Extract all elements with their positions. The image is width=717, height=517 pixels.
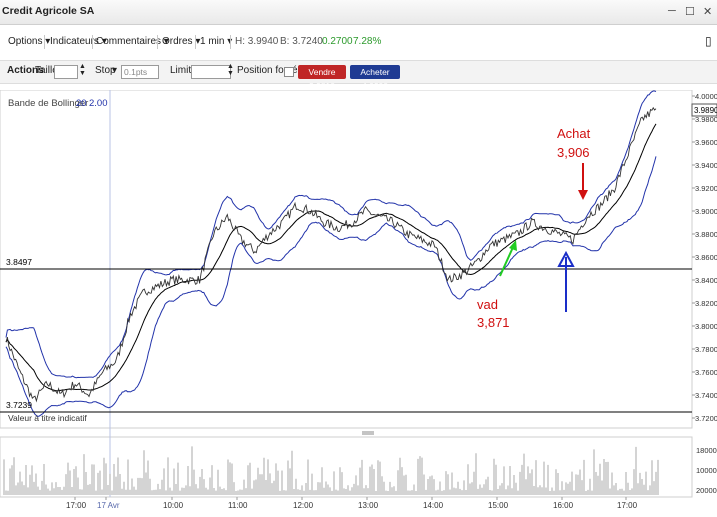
time-tick-label: 17:00 <box>617 501 638 510</box>
last-price-value: 3.9890 <box>694 106 717 115</box>
price-tick-label: 3.9400 <box>695 161 717 170</box>
toolbar-divider <box>230 35 231 49</box>
time-tick-label: 10:00 <box>163 501 184 510</box>
close-icon[interactable]: ✕ <box>703 5 712 18</box>
stop-dropdown[interactable]: ▾ <box>112 65 117 76</box>
size-input[interactable] <box>54 65 78 79</box>
volume-tick-label: 100000 <box>696 466 717 475</box>
high-value: H: 3.9940 <box>235 36 279 47</box>
limit-stepper[interactable]: ▲ ▼ <box>227 63 234 77</box>
time-tick-label: 16:00 <box>553 501 574 510</box>
buy-button[interactable]: Acheter 4.0200 <box>350 65 400 91</box>
level-low-label: 3.7239 <box>6 400 32 410</box>
level-high-label: 3.8497 <box>6 257 32 267</box>
change-pct: 7.28% <box>353 36 382 47</box>
price-tick-label: 3.8400 <box>695 276 717 285</box>
time-tick-label: 13:00 <box>358 501 379 510</box>
volume-tick-label: 180000 <box>696 446 717 455</box>
volume-axis: 180000 100000 20000 <box>696 446 717 495</box>
price-axis: 4.00003.98003.96003.94003.92003.90003.88… <box>692 92 717 423</box>
options-label: Options <box>8 36 43 47</box>
minimize-icon[interactable]: ─ <box>668 5 676 17</box>
forced-position-checkbox[interactable] <box>284 67 294 77</box>
maximize-icon[interactable]: ☐ <box>685 5 695 18</box>
sell-button[interactable]: Vendre 3.9810 <box>298 65 346 91</box>
price-tick-label: 3.8000 <box>695 322 717 331</box>
time-tick-label: 14:00 <box>423 501 444 510</box>
price-tick-label: 3.9600 <box>695 138 717 147</box>
low-value: B: 3.7240 <box>280 36 323 47</box>
time-tick-label: 17 Avr <box>97 501 120 510</box>
annotation-achat: Achat <box>557 126 591 141</box>
toolbar-divider <box>92 35 93 49</box>
stop-offset-value: 0.1pts <box>124 67 148 77</box>
price-tick-label: 3.8600 <box>695 253 717 262</box>
panel-toggle-icon[interactable]: ▯ <box>705 34 712 48</box>
toolbar-divider <box>44 35 45 49</box>
interval-label: 1 min <box>200 36 225 47</box>
chart-toolbar: Options ▾ Indicateurs ▾ Commentaires ▾ O… <box>0 32 717 52</box>
time-tick-label: 12:00 <box>293 501 314 510</box>
time-tick-label: 11:00 <box>228 501 248 510</box>
toolbar-divider <box>157 35 158 49</box>
price-tick-label: 3.7800 <box>695 345 717 354</box>
time-axis: 17:00 17 Avr 10:00 11:00 12:00 13:00 14:00 15:0… <box>66 497 638 510</box>
limit-input[interactable] <box>191 65 231 79</box>
time-tick-label: 15:00 <box>488 501 509 510</box>
disclaimer-text: Valeur à titre indicatif <box>8 413 87 423</box>
toolbar-divider <box>195 35 196 49</box>
price-tick-label: 3.8200 <box>695 299 717 308</box>
volume-tick-label: 20000 <box>696 486 717 495</box>
order-bar: Actions Taille ▲ ▼ Stop ▾ 0.1pts Limite ▲… <box>0 60 717 91</box>
size-stepper[interactable]: ▲ ▼ <box>79 63 86 77</box>
interval-select[interactable]: 1 min ▾ <box>200 36 232 47</box>
time-tick-label: 17:00 <box>66 501 87 510</box>
orders-label: Ordres <box>162 36 193 47</box>
comments-label: Commentaires <box>96 36 162 47</box>
indicator-param-period: 20 <box>76 98 87 109</box>
window-title: Credit Agricole SA <box>2 5 95 17</box>
annotation-achat-price: 3,906 <box>557 145 590 160</box>
annotation-vad-price: 3,871 <box>477 315 510 330</box>
annotation-vad: vad <box>477 297 498 312</box>
indicator-param-dev: 2.00 <box>89 98 108 109</box>
change-abs: 0.2700 <box>322 36 353 47</box>
price-tick-label: 3.9000 <box>695 207 717 216</box>
price-chart[interactable]: 3.8497 3.7239 Bande de Bollinger 20 2.00… <box>0 90 717 510</box>
stop-offset-input[interactable]: 0.1pts <box>121 65 159 79</box>
price-tick-label: 3.7400 <box>695 391 717 400</box>
window-titlebar: Credit Agricole SA ─ ☐ ✕ <box>0 0 717 25</box>
price-tick-label: 4.0000 <box>695 92 717 101</box>
price-tick-label: 3.7600 <box>695 368 717 377</box>
price-tick-label: 3.7200 <box>695 414 717 423</box>
price-tick-label: 3.8800 <box>695 230 717 239</box>
price-tick-label: 3.9200 <box>695 184 717 193</box>
